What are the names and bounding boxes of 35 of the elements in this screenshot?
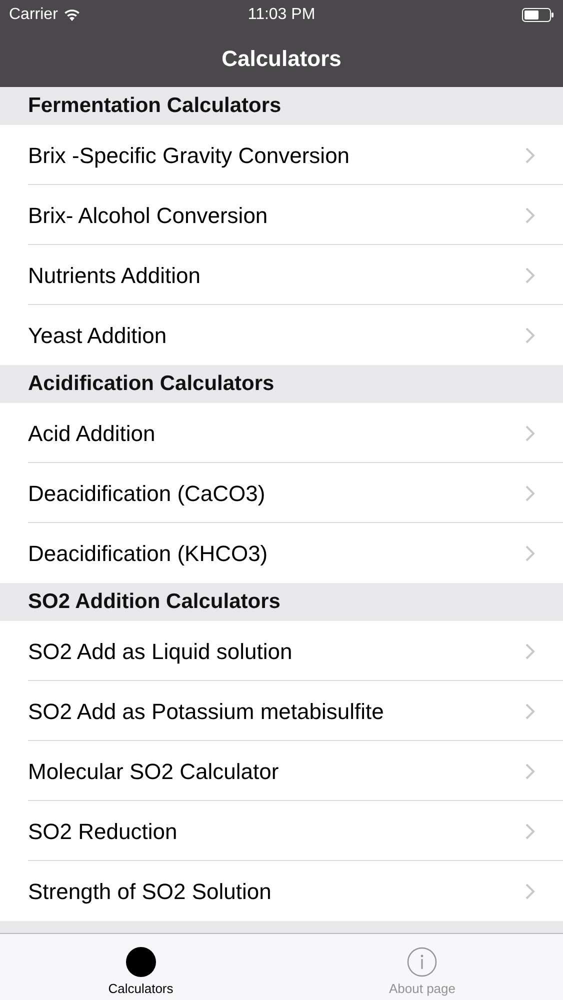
row-label: Molecular SO2 Calculator (28, 758, 280, 786)
chevron-icon (525, 702, 535, 720)
row-label: Deacidification (KHCO3) (28, 540, 269, 568)
row-label: Brix -Specific Gravity Conversion (28, 142, 351, 170)
row-label: SO2 Add as Potassium metabisulfite (28, 698, 385, 726)
chevron-icon (525, 544, 535, 562)
wifi-icon (64, 9, 80, 21)
row-label: Yeast Addition (28, 322, 168, 350)
section-header: Fermentation Calculators (0, 87, 563, 125)
screen-title: Calculators (222, 45, 342, 73)
chevron-icon (525, 882, 535, 900)
row-label: Deacidification (CaCO3) (28, 480, 266, 508)
battery-icon (522, 8, 554, 22)
section-header: SO2 Addition Calculators (0, 583, 563, 621)
chevron-icon (525, 822, 535, 840)
section-header: Acidification Calculators (0, 365, 563, 403)
carrier-label: Carrier (9, 5, 58, 25)
chevron-icon (525, 424, 535, 442)
info-icon (407, 946, 438, 976)
row-label: SO2 Reduction (28, 818, 178, 846)
row-label: SO2 Add as Liquid solution (28, 638, 294, 666)
row-label: Nutrients Addition (28, 262, 202, 290)
status-time: 11:03 PM (248, 5, 316, 25)
tab-item[interactable]: Calculators (0, 934, 282, 1000)
dot-icon (126, 946, 156, 976)
row-label: Acid Addition (28, 420, 156, 448)
chevron-icon (525, 266, 535, 284)
row-label: Brix- Alcohol Conversion (28, 202, 269, 230)
chevron-icon (525, 146, 535, 164)
chevron-icon (525, 326, 535, 344)
row-label: Strength of SO2 Solution (28, 878, 272, 906)
chevron-icon (525, 484, 535, 502)
chevron-icon (525, 206, 535, 224)
chevron-icon (525, 642, 535, 660)
chevron-icon (525, 762, 535, 780)
